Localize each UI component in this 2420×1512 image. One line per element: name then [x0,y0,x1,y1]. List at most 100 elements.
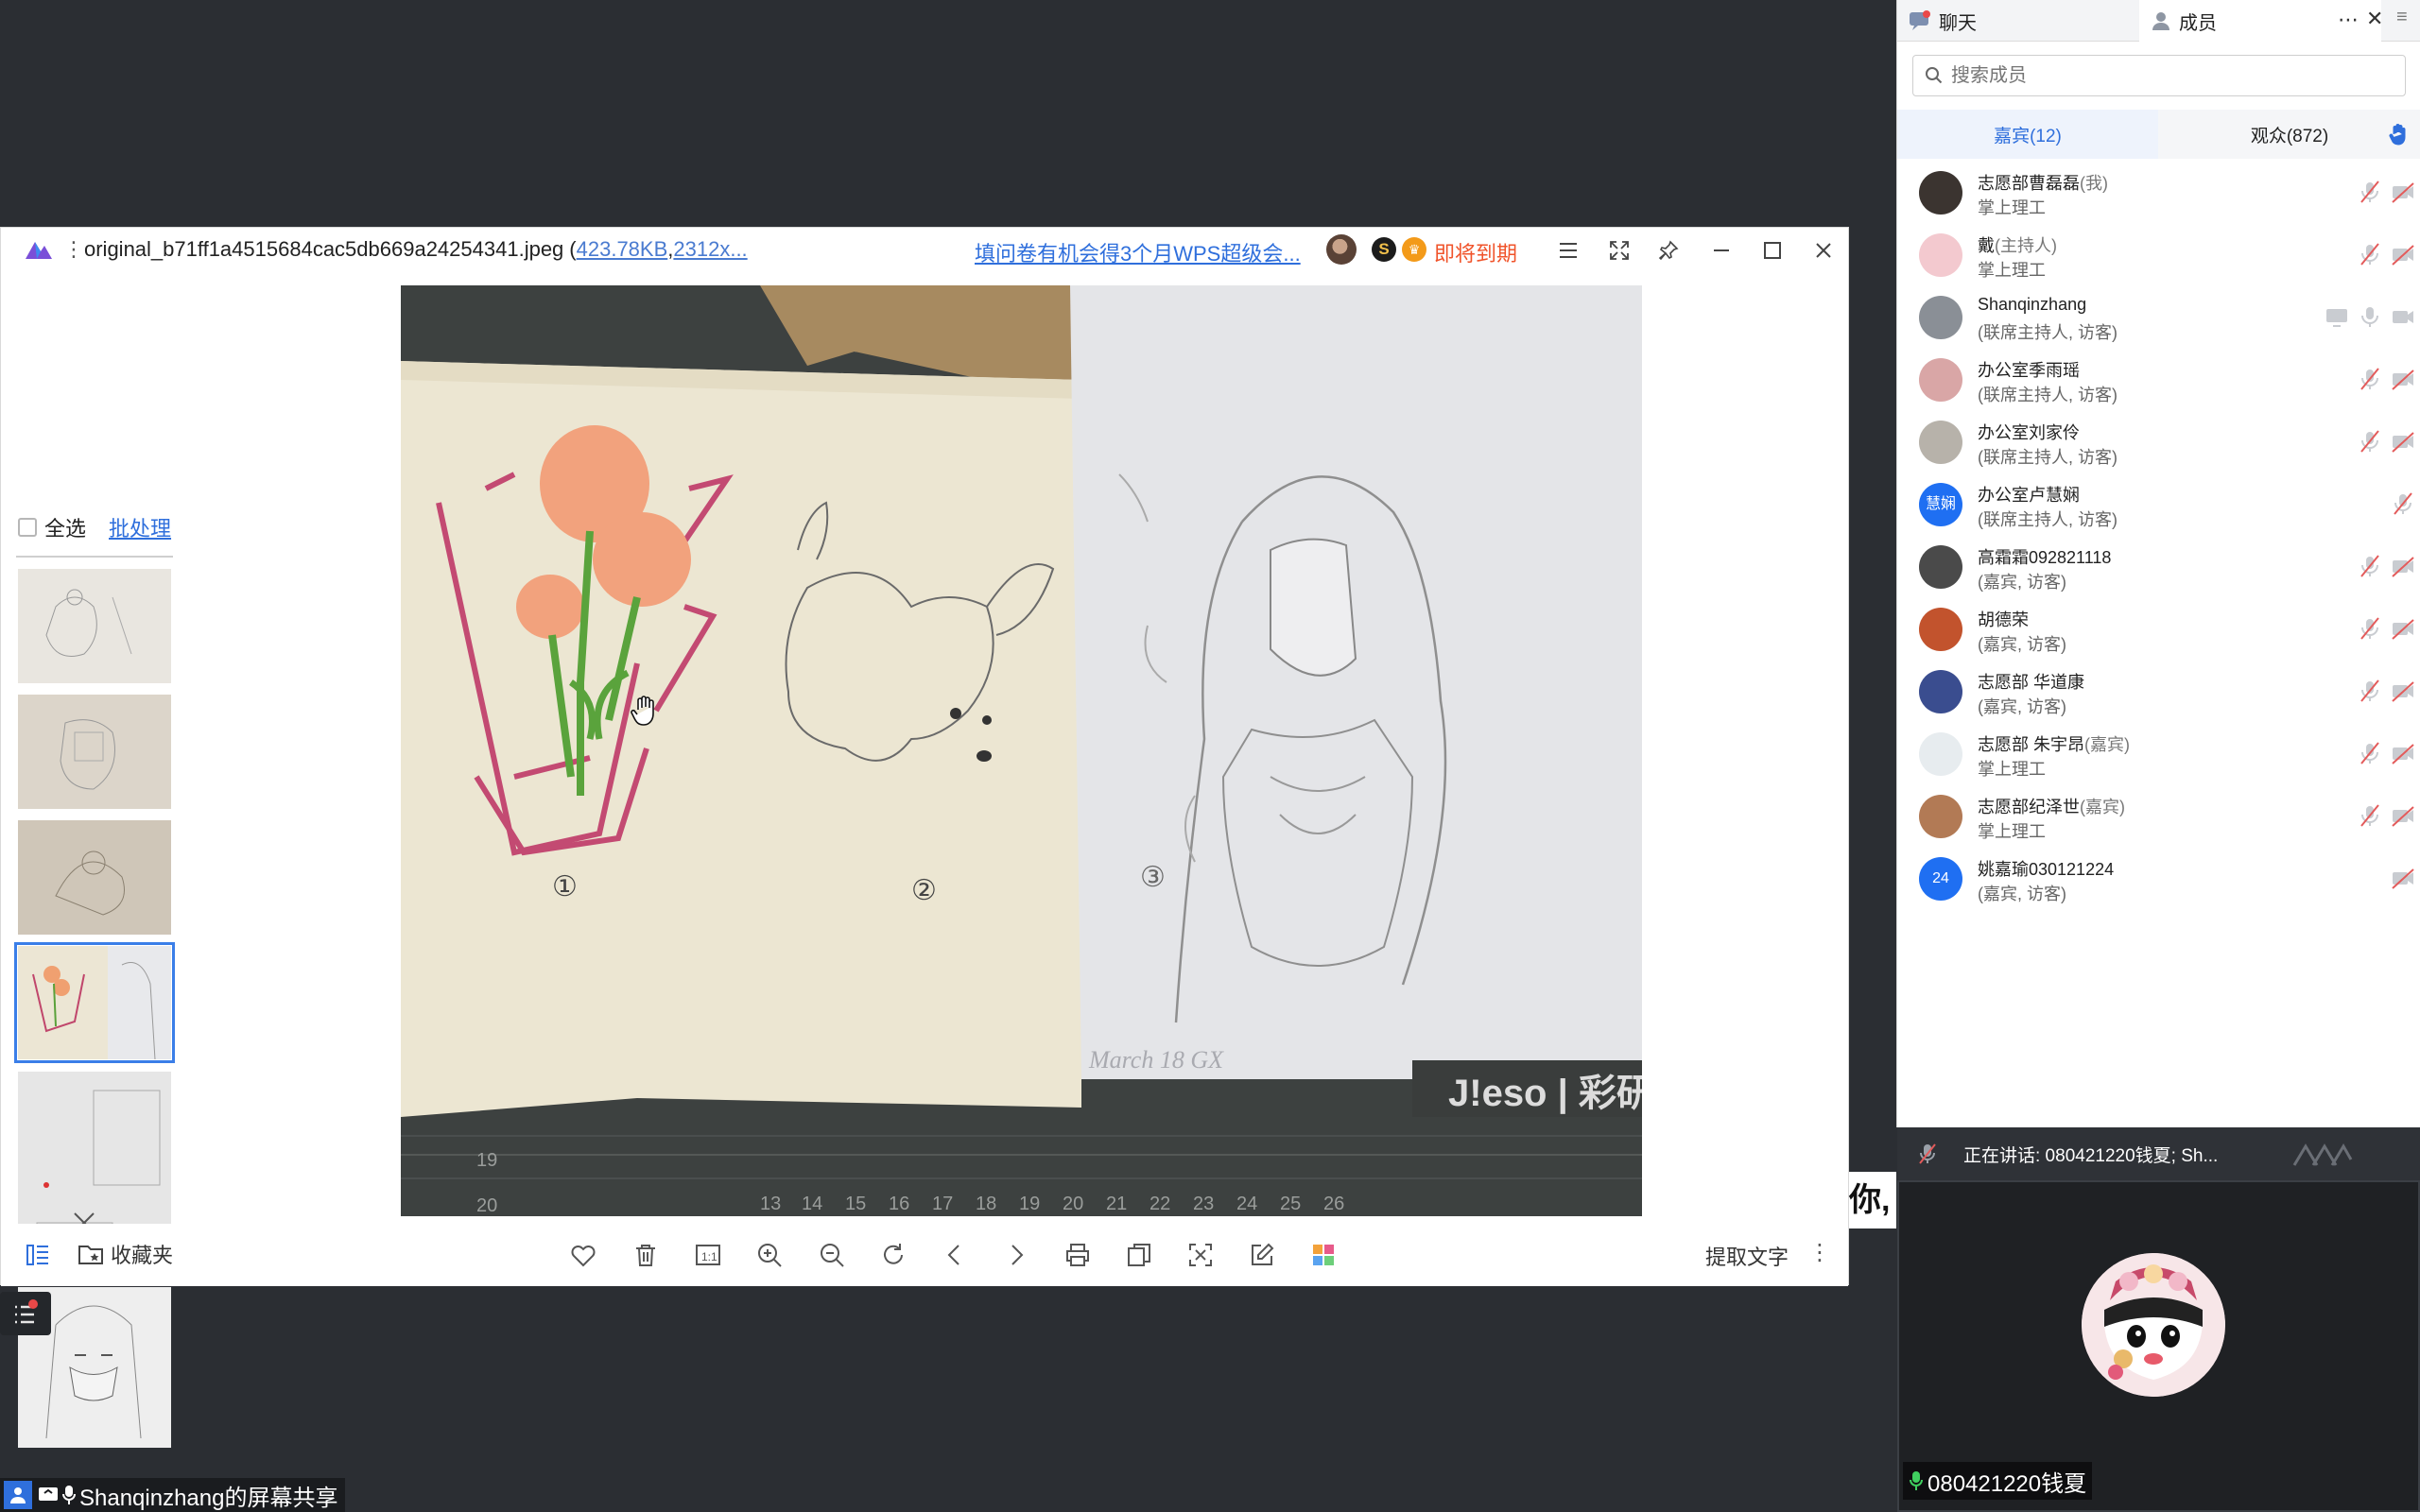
batch-process-link[interactable]: 批处理 [109,512,171,542]
screenshot-icon[interactable] [1184,1239,1217,1271]
member-role: (嘉宾, 访客) [1978,573,2066,592]
mic-muted-icon[interactable] [2358,180,2382,204]
speaker-video-area[interactable]: 080421220钱夏 [1897,1180,2420,1512]
member-row[interactable]: 戴(主持人) 掌上理工 [1897,223,2420,285]
mic-muted-icon[interactable] [2358,803,2382,828]
resolution-link[interactable]: 2312x... [673,237,747,262]
camera-off-icon[interactable] [2391,741,2415,765]
camera-off-icon[interactable] [2391,180,2415,204]
folder-star-icon [78,1246,103,1264]
extract-text-button[interactable]: 提取文字 [1705,1241,1789,1271]
maximize-icon[interactable] [1755,233,1789,267]
member-row[interactable]: 24 姚嘉瑜030121224 (嘉宾, 访客) [1897,847,2420,909]
fullscreen-icon[interactable] [1602,233,1636,267]
member-row[interactable]: 志愿部曹磊磊(我) 掌上理工 [1897,161,2420,223]
camera-icon[interactable] [2391,304,2415,329]
tab-chat[interactable]: 聊天 [1897,0,2139,42]
next-icon[interactable] [1000,1239,1032,1271]
member-name-text: 办公室季雨瑶 [1978,361,2080,380]
outline-button[interactable] [0,1292,51,1335]
promo-link[interactable]: 填问卷有机会得3个月WPS超级会... [975,237,1301,267]
mic-muted-icon[interactable] [2358,616,2382,641]
mic-muted-icon[interactable] [2358,242,2382,266]
camera-off-icon[interactable] [2391,803,2415,828]
zoom-out-icon[interactable] [816,1239,848,1271]
mic-muted-icon [1919,1143,1936,1164]
menu-icon[interactable] [1551,233,1585,267]
more-icon[interactable]: ⋮ [1808,1239,1831,1266]
member-name: 办公室季雨瑶 [1978,357,2080,382]
select-all-row[interactable]: 全选 批处理 [18,512,171,542]
panel-menu-icon[interactable]: ≡ [2396,7,2408,28]
thumbnail-2[interactable] [18,695,171,809]
mic-muted-icon[interactable] [2358,429,2382,454]
heart-icon[interactable] [567,1239,599,1271]
mic-muted-icon[interactable] [2358,741,2382,765]
minimize-icon[interactable] [1704,233,1738,267]
camera-off-icon[interactable] [2391,554,2415,578]
file-size-link[interactable]: 423.78KB [577,237,668,262]
mic-icon[interactable] [2358,304,2382,329]
member-row[interactable]: 高霜霜092821118 (嘉宾, 访客) [1897,535,2420,597]
copy-icon[interactable] [1123,1239,1155,1271]
more-options-icon[interactable]: ⋯ [2338,8,2359,32]
member-row[interactable]: 志愿部纪泽世(嘉宾) 掌上理工 [1897,784,2420,847]
mic-muted-icon[interactable] [2358,679,2382,703]
mic-muted-icon[interactable] [2358,367,2382,391]
layout-toggle-icon[interactable] [2292,1143,2353,1167]
camera-off-icon[interactable] [2391,429,2415,454]
ruler-number: 17 [932,1194,953,1214]
camera-off-icon[interactable] [2391,679,2415,703]
mic-muted-icon[interactable] [2391,491,2415,516]
ruler-number: 21 [1106,1194,1127,1214]
toggle-sidebar-icon[interactable] [22,1239,54,1271]
mic-icon [62,1486,76,1504]
member-row[interactable]: 慧娴 办公室卢慧娴 (联席主持人, 访客) [1897,472,2420,535]
apps-icon[interactable] [1307,1239,1340,1271]
member-row[interactable]: 志愿部 朱宇昂(嘉宾) 掌上理工 [1897,722,2420,784]
mic-active-icon [1910,1471,1923,1490]
mic-muted-icon[interactable] [2358,554,2382,578]
expire-label[interactable]: 即将到期 [1434,237,1517,267]
close-icon[interactable] [1806,233,1841,267]
raise-hand-icon[interactable] [2389,123,2408,146]
pin-icon[interactable] [1651,233,1685,267]
search-icon [1926,67,1943,84]
select-all-checkbox[interactable] [18,518,37,537]
member-search-input[interactable] [1951,64,2367,87]
tab-audience[interactable]: 观众(872) [2158,110,2420,159]
zoom-in-icon[interactable] [753,1239,786,1271]
delete-icon[interactable] [630,1239,662,1271]
close-panel-icon[interactable]: ✕ [2366,7,2383,31]
member-search-box[interactable] [1912,55,2406,96]
member-row[interactable]: 胡德荣 (嘉宾, 访客) [1897,597,2420,660]
camera-off-icon[interactable] [2391,616,2415,641]
prev-icon[interactable] [939,1239,971,1271]
thumbnail-4-active[interactable] [14,942,175,1063]
ruler-number: 22 [1150,1194,1170,1214]
thumbnail-1[interactable] [18,569,171,683]
member-name-text: 志愿部曹磊磊 [1978,174,2080,193]
print-icon[interactable] [1062,1239,1094,1271]
camera-off-icon[interactable] [2391,242,2415,266]
main-image[interactable]: 9 10 11 12 13 14 19 20 13 14 15 16 17 [401,285,1642,1216]
member-row[interactable]: Shanqinzhang (联席主持人, 访客) [1897,285,2420,348]
thumbnail-3[interactable] [18,820,171,935]
camera-off-icon[interactable] [2391,866,2415,890]
user-avatar[interactable] [1326,234,1357,265]
screen-icon[interactable] [2325,304,2349,329]
member-name-text: 胡德荣 [1978,610,2029,629]
member-row[interactable]: 办公室季雨瑶 (联席主持人, 访客) [1897,348,2420,410]
actual-size-icon[interactable]: 1:1 [692,1239,724,1271]
favorites-button[interactable]: 收藏夹 [77,1239,173,1269]
member-name-text: 姚嘉瑜030121224 [1978,860,2115,879]
member-row[interactable]: 志愿部 华道康 (嘉宾, 访客) [1897,660,2420,722]
member-name: 志愿部 华道康 [1978,669,2084,694]
member-row[interactable]: 办公室刘家伶 (联席主持人, 访客) [1897,410,2420,472]
rotate-icon[interactable] [877,1239,909,1271]
ruler-number: 19 [476,1150,497,1171]
member-name: 志愿部曹磊磊(我) [1978,170,2108,195]
tab-guests[interactable]: 嘉宾(12) [1897,110,2158,159]
edit-icon[interactable] [1246,1239,1278,1271]
camera-off-icon[interactable] [2391,367,2415,391]
